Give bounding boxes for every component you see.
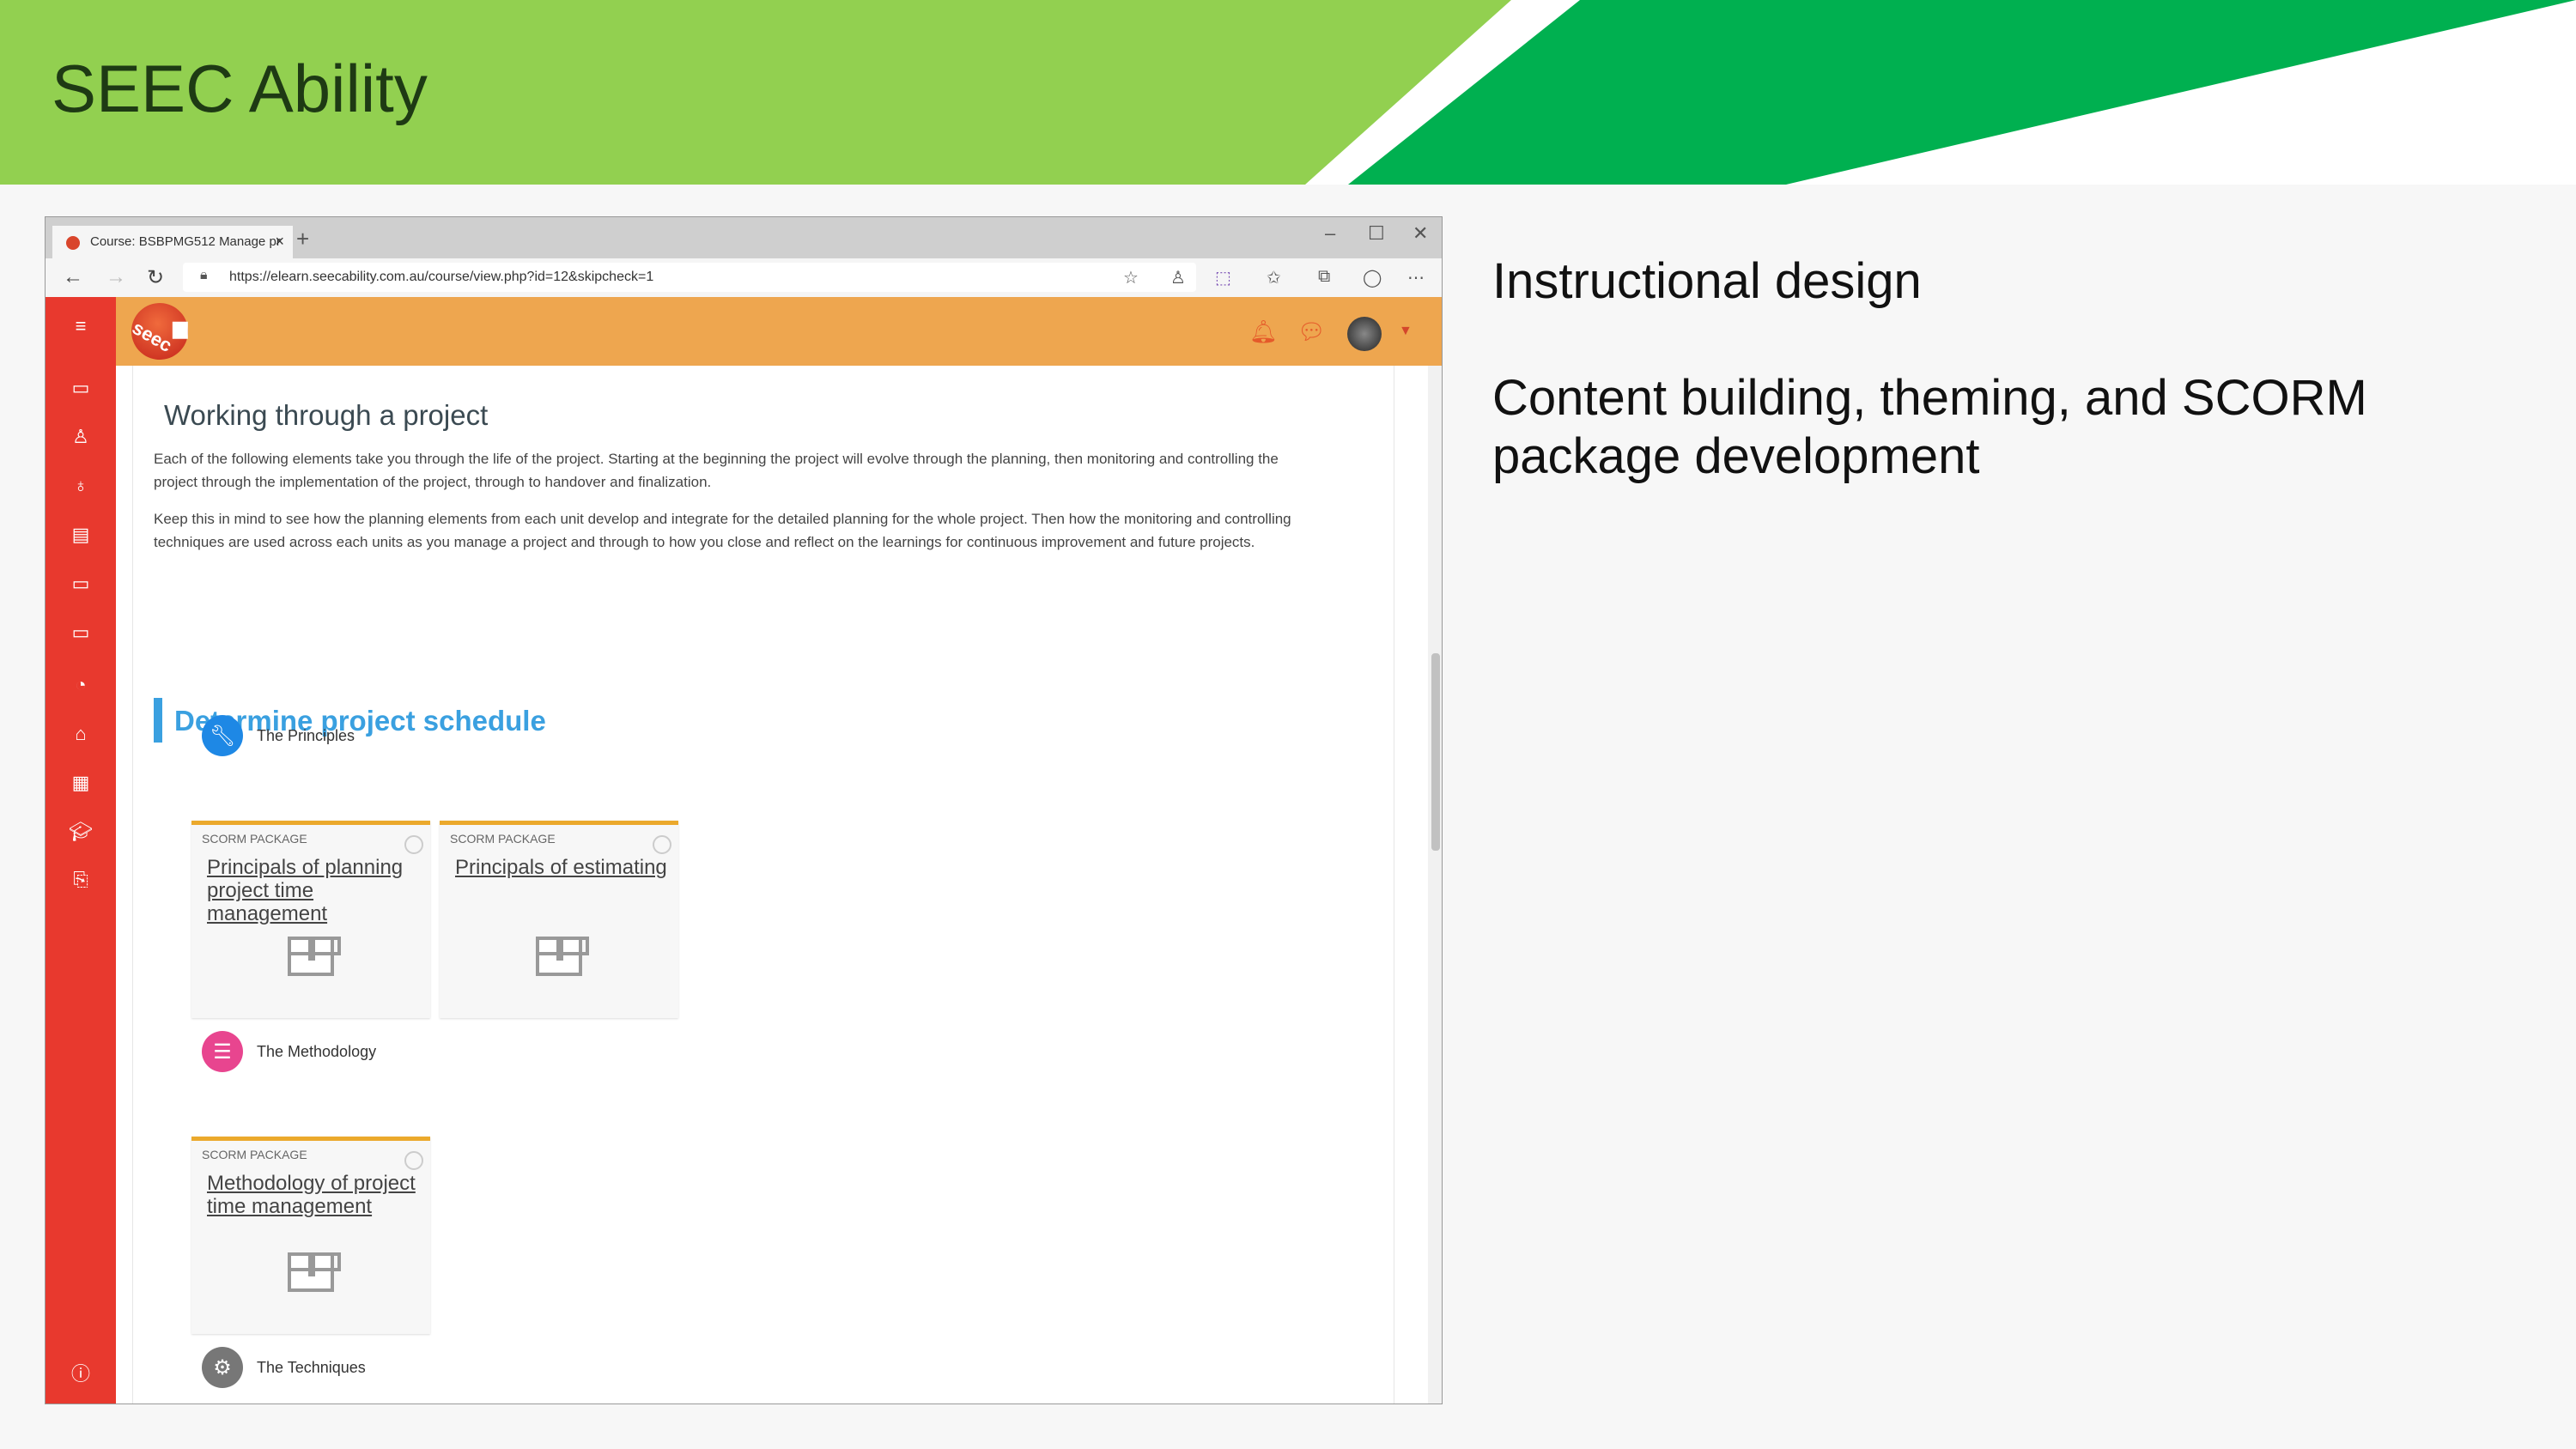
slide-banner: SEEC Ability: [0, 0, 2576, 185]
notification-bell-icon[interactable]: 🔔︎: [1249, 318, 1278, 345]
url-input[interactable]: 🔒︎ https://elearn.seecability.com.au/cour…: [183, 263, 1196, 292]
tab-bar: Course: BSBPMG512 Manage pr × + – ☐ ✕: [46, 217, 1442, 258]
slide-title: SEEC Ability: [52, 51, 428, 126]
label-techniques: ⚙ The Techniques: [202, 1347, 366, 1388]
card-title-link[interactable]: Principals of planning project time mana…: [207, 856, 422, 925]
intro-paragraph: Keep this in mind to see how the plannin…: [154, 511, 1291, 550]
tab-title: Course: BSBPMG512 Manage pr: [90, 234, 281, 249]
folder-icon[interactable]: ▭: [68, 620, 94, 646]
folder-icon[interactable]: ▭: [68, 571, 94, 597]
scrollbar[interactable]: [1428, 366, 1442, 1404]
url-text: https://elearn.seecability.com.au/course…: [229, 270, 654, 284]
card-title-link[interactable]: Principals of estimating: [455, 856, 670, 879]
completion-checkbox[interactable]: [404, 1151, 423, 1170]
back-icon[interactable]: ←: [63, 265, 83, 289]
address-bar: ← → ↻ 🔒︎ https://elearn.seecability.com.a…: [46, 258, 1442, 297]
screenshot-icon[interactable]: ⬚: [1215, 267, 1231, 288]
favorites-icon[interactable]: ✩: [1267, 267, 1281, 288]
user-avatar[interactable]: [1347, 317, 1382, 351]
page-title: Working through a project: [164, 399, 489, 431]
new-tab-button[interactable]: +: [296, 226, 309, 252]
home-icon[interactable]: ⌂: [68, 721, 94, 747]
badges-icon[interactable]: ♁: [68, 473, 94, 499]
close-tab-icon[interactable]: ×: [275, 233, 284, 251]
label-text: The Techniques: [257, 1358, 366, 1376]
browser-window: Course: BSBPMG512 Manage pr × + – ☐ ✕ ← →…: [45, 216, 1443, 1404]
label-methodology: ☰ The Methodology: [202, 1031, 376, 1072]
minimize-button[interactable]: –: [1325, 222, 1335, 245]
package-icon: [288, 1252, 341, 1292]
card-type: SCORM PACKAGE: [202, 832, 307, 846]
card-type: SCORM PACKAGE: [202, 1148, 307, 1161]
scorm-card[interactable]: SCORM PACKAGE Principals of estimating: [440, 821, 678, 1018]
collections-icon[interactable]: ⧉: [1318, 267, 1330, 287]
slide-heading: Instructional design: [1492, 253, 1922, 309]
browser-tab[interactable]: Course: BSBPMG512 Manage pr ×: [52, 226, 293, 258]
signpost-icon: ☰: [202, 1031, 243, 1072]
sidebar: ≡ ▭ ♙ ♁ ▤ ▭ ▭ ◔ ⌂ ▦ 🎓︎ ⎘ ⓘ: [46, 297, 116, 1404]
maximize-button[interactable]: ☐: [1368, 222, 1385, 245]
package-icon: [536, 937, 589, 976]
intro-paragraph: Each of the following elements take you …: [154, 451, 1279, 490]
forward-icon[interactable]: →: [106, 265, 126, 289]
scrollbar-thumb[interactable]: [1431, 653, 1440, 851]
slide-subheading: Content building, theming, and SCORM pac…: [1492, 370, 2367, 484]
extension-icon[interactable]: ♙: [1170, 267, 1186, 288]
label-text: The Methodology: [257, 1042, 377, 1060]
label-text: The Principles: [257, 726, 355, 744]
label-principles: 🔧︎ The Principles: [202, 715, 355, 756]
book-icon[interactable]: ▤: [68, 522, 94, 548]
wrench-icon: 🔧︎: [202, 715, 243, 756]
logo-book-icon: [172, 321, 188, 339]
favicon-icon: [66, 236, 80, 250]
refresh-icon[interactable]: ↻: [147, 265, 164, 290]
files-icon[interactable]: ⎘: [68, 867, 94, 893]
favorite-star-icon[interactable]: ☆: [1123, 267, 1139, 288]
close-window-button[interactable]: ✕: [1413, 222, 1428, 245]
menu-icon[interactable]: ≡: [68, 313, 94, 339]
more-icon[interactable]: ⋯: [1407, 267, 1425, 288]
accessibility-icon[interactable]: ⓘ: [68, 1361, 94, 1387]
completion-checkbox[interactable]: [653, 835, 671, 854]
profile-icon[interactable]: ◯: [1363, 267, 1382, 288]
graduation-cap-icon[interactable]: 🎓︎: [68, 819, 94, 845]
dashboard-icon[interactable]: ◔: [68, 672, 94, 698]
package-icon: [288, 937, 341, 976]
calendar-icon[interactable]: ▦: [68, 770, 94, 796]
folder-icon[interactable]: ▭: [68, 375, 94, 401]
scorm-card[interactable]: SCORM PACKAGE Methodology of project time…: [191, 1137, 430, 1334]
scorm-card[interactable]: SCORM PACKAGE Principals of planning proj…: [191, 821, 430, 1018]
gears-icon: ⚙: [202, 1347, 243, 1388]
card-title-link[interactable]: Methodology of project time management: [207, 1172, 422, 1218]
lock-icon: 🔒︎: [200, 268, 208, 282]
participants-icon[interactable]: ♙: [68, 424, 94, 450]
user-menu-caret-icon[interactable]: ▼: [1399, 324, 1413, 339]
messages-icon[interactable]: 💬︎: [1297, 318, 1326, 345]
site-header: [46, 297, 1442, 366]
card-type: SCORM PACKAGE: [450, 832, 556, 846]
completion-checkbox[interactable]: [404, 835, 423, 854]
